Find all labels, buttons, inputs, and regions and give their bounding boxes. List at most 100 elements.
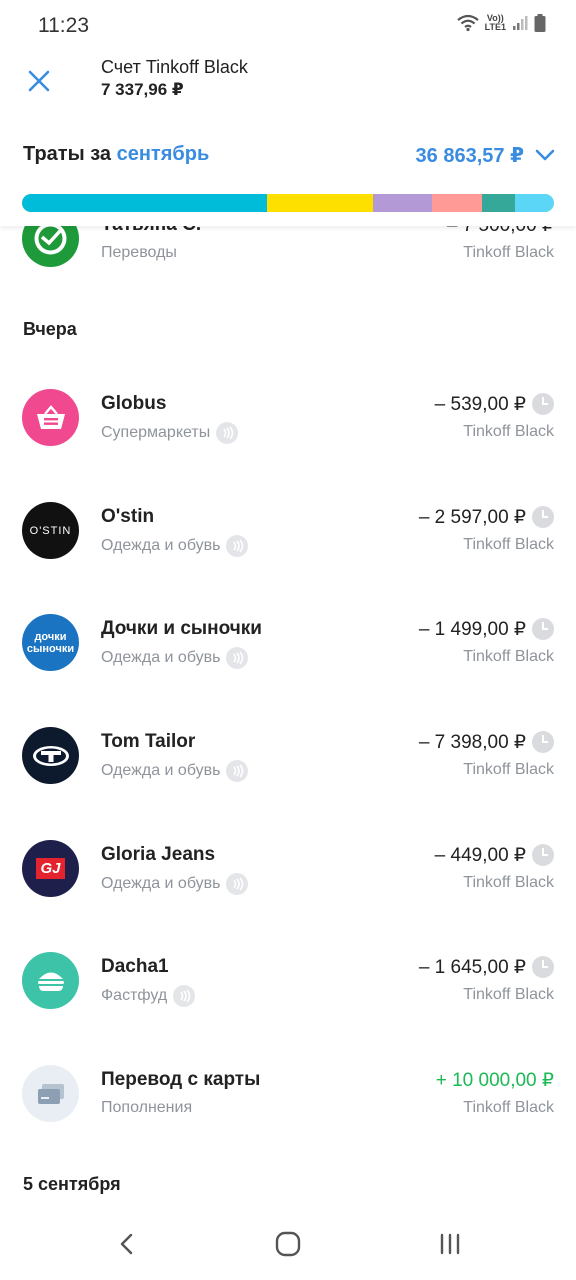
spending-segment [373, 194, 432, 212]
card-transfer-logo [22, 1065, 79, 1122]
account-balance: 7 337,96 ₽ [101, 80, 184, 99]
category-label: Переводы [101, 244, 177, 261]
transaction-category: Фастфуд [101, 985, 196, 1007]
recents-icon [440, 1233, 460, 1255]
close-icon [28, 70, 50, 92]
transaction-amount: – 1 499,00 ₽ [418, 619, 526, 640]
contactless-icon [226, 535, 249, 557]
transaction-category: Одежда и обувь [101, 873, 249, 895]
clock-icon [532, 506, 554, 528]
tom-tailor-logo [22, 727, 79, 784]
clock-icon [532, 731, 554, 753]
dacha1-logo [22, 952, 79, 1009]
transaction-amount: – 539,00 ₽ [434, 394, 526, 415]
globus-logo [22, 389, 79, 446]
card-icon [37, 1083, 64, 1104]
contactless-icon [216, 422, 239, 444]
transaction-account: Tinkoff Black [463, 423, 554, 440]
transaction-account: Tinkoff Black [463, 986, 554, 1003]
category-label: Одежда и обувь [101, 875, 221, 892]
transaction-amount: – 2 597,00 ₽ [418, 507, 526, 528]
recents-button[interactable] [430, 1226, 470, 1262]
category-label: Фастфуд [101, 987, 168, 1004]
transaction-amount: + 10 000,00 ₽ [435, 1070, 554, 1091]
category-label: Одежда и обувь [101, 762, 221, 779]
gloria-jeans-logo: GJ [22, 840, 79, 897]
transaction-name: Перевод с карты [101, 1069, 261, 1090]
clock-icon [532, 956, 554, 978]
close-button[interactable] [22, 64, 56, 98]
spending-segment [482, 194, 516, 212]
spending-segment [266, 194, 374, 212]
basket-icon [36, 404, 65, 429]
transaction-row[interactable]: Dacha1 Фастфуд – 1 645,00 ₽ Tinkoff Blac… [0, 952, 576, 1062]
transaction-name: Globus [101, 393, 167, 414]
burger-icon [37, 972, 64, 991]
wifi-icon [456, 14, 479, 32]
transaction-name: O'stin [101, 506, 155, 527]
status-icons: Vo)) LTE1 [456, 14, 546, 32]
transaction-account: Tinkoff Black [463, 244, 554, 261]
transaction-row[interactable]: GJ Gloria Jeans Одежда и обувь – 449,00 … [0, 840, 576, 950]
logo-text-1: дочки [34, 630, 67, 643]
home-icon [275, 1231, 301, 1257]
spending-segment [22, 194, 267, 212]
status-bar: 11:23 Vo)) LTE1 [0, 0, 576, 52]
status-time: 11:23 [38, 14, 89, 37]
spending-month[interactable]: сентябрь [117, 143, 210, 165]
tom-tailor-logo-icon [32, 745, 69, 766]
back-button[interactable] [107, 1226, 147, 1262]
transaction-category: Переводы [101, 244, 177, 262]
transaction-amount: – 7 398,00 ₽ [418, 732, 526, 753]
transaction-category: Одежда и обувь [101, 760, 249, 782]
ostin-logo: O'STIN [22, 502, 79, 559]
contactless-icon [226, 873, 249, 895]
transaction-account: Tinkoff Black [463, 761, 554, 778]
transaction-account: Tinkoff Black [463, 1099, 554, 1116]
category-label: Одежда и обувь [101, 537, 221, 554]
contactless-icon [226, 647, 249, 669]
transaction-name: Gloria Jeans [101, 844, 216, 865]
transaction-name: Дочки и сыночки [101, 618, 262, 639]
transaction-amount: – 1 645,00 ₽ [418, 957, 526, 978]
clock-icon [532, 844, 554, 866]
transaction-row[interactable]: дочки сыночки Дочки и сыночки Одежда и о… [0, 614, 576, 724]
spending-total: 36 863,57 ₽ [415, 145, 524, 167]
clock-icon [532, 618, 554, 640]
system-nav-bar [0, 1208, 576, 1280]
category-label: Одежда и обувь [101, 649, 221, 666]
transaction-amount: – 449,00 ₽ [434, 845, 526, 866]
logo-text-2: сыночки [26, 642, 75, 655]
transaction-row[interactable]: Перевод с карты Пополнения + 10 000,00 ₽… [0, 1065, 576, 1175]
chevron-down-icon[interactable] [534, 144, 556, 166]
transaction-name: Dacha1 [101, 956, 169, 977]
contactless-icon [226, 760, 249, 782]
battery-icon [534, 14, 546, 32]
transaction-row[interactable]: Tom Tailor Одежда и обувь – 7 398,00 ₽ T… [0, 727, 576, 837]
transaction-row[interactable]: Globus Супермаркеты – 539,00 ₽ Tinkoff B… [0, 389, 576, 499]
spending-title-prefix: Траты за [23, 143, 112, 165]
dochki-synochki-logo: дочки сыночки [22, 614, 79, 671]
back-icon [120, 1233, 133, 1255]
transaction-category: Супермаркеты [101, 422, 239, 444]
lte-indicator: Vo)) LTE1 [485, 14, 506, 32]
signal-icon [513, 16, 528, 30]
clock-icon [532, 393, 554, 415]
transaction-account: Tinkoff Black [463, 874, 554, 891]
transaction-name: Tom Tailor [101, 731, 196, 752]
day-header: 5 сентября [23, 1174, 121, 1194]
spending-summary[interactable]: Траты за сентябрь 36 863,57 ₽ [0, 116, 576, 226]
ostin-logo-text: O'STIN [29, 524, 72, 537]
transaction-row[interactable]: O'STIN O'stin Одежда и обувь – 2 597,00 … [0, 502, 576, 612]
transaction-category: Одежда и обувь [101, 647, 249, 669]
account-name: Счет Tinkoff Black [101, 57, 248, 77]
spending-segment [431, 194, 483, 212]
transaction-account: Tinkoff Black [463, 648, 554, 665]
day-header: Вчера [23, 319, 77, 339]
spending-category-bar[interactable] [22, 194, 554, 212]
category-label: Супермаркеты [101, 424, 211, 441]
transaction-account: Tinkoff Black [463, 536, 554, 553]
transaction-category: Пополнения [101, 1099, 192, 1117]
account-header: Счет Tinkoff Black 7 337,96 ₽ [0, 52, 576, 116]
home-button[interactable] [268, 1226, 308, 1262]
